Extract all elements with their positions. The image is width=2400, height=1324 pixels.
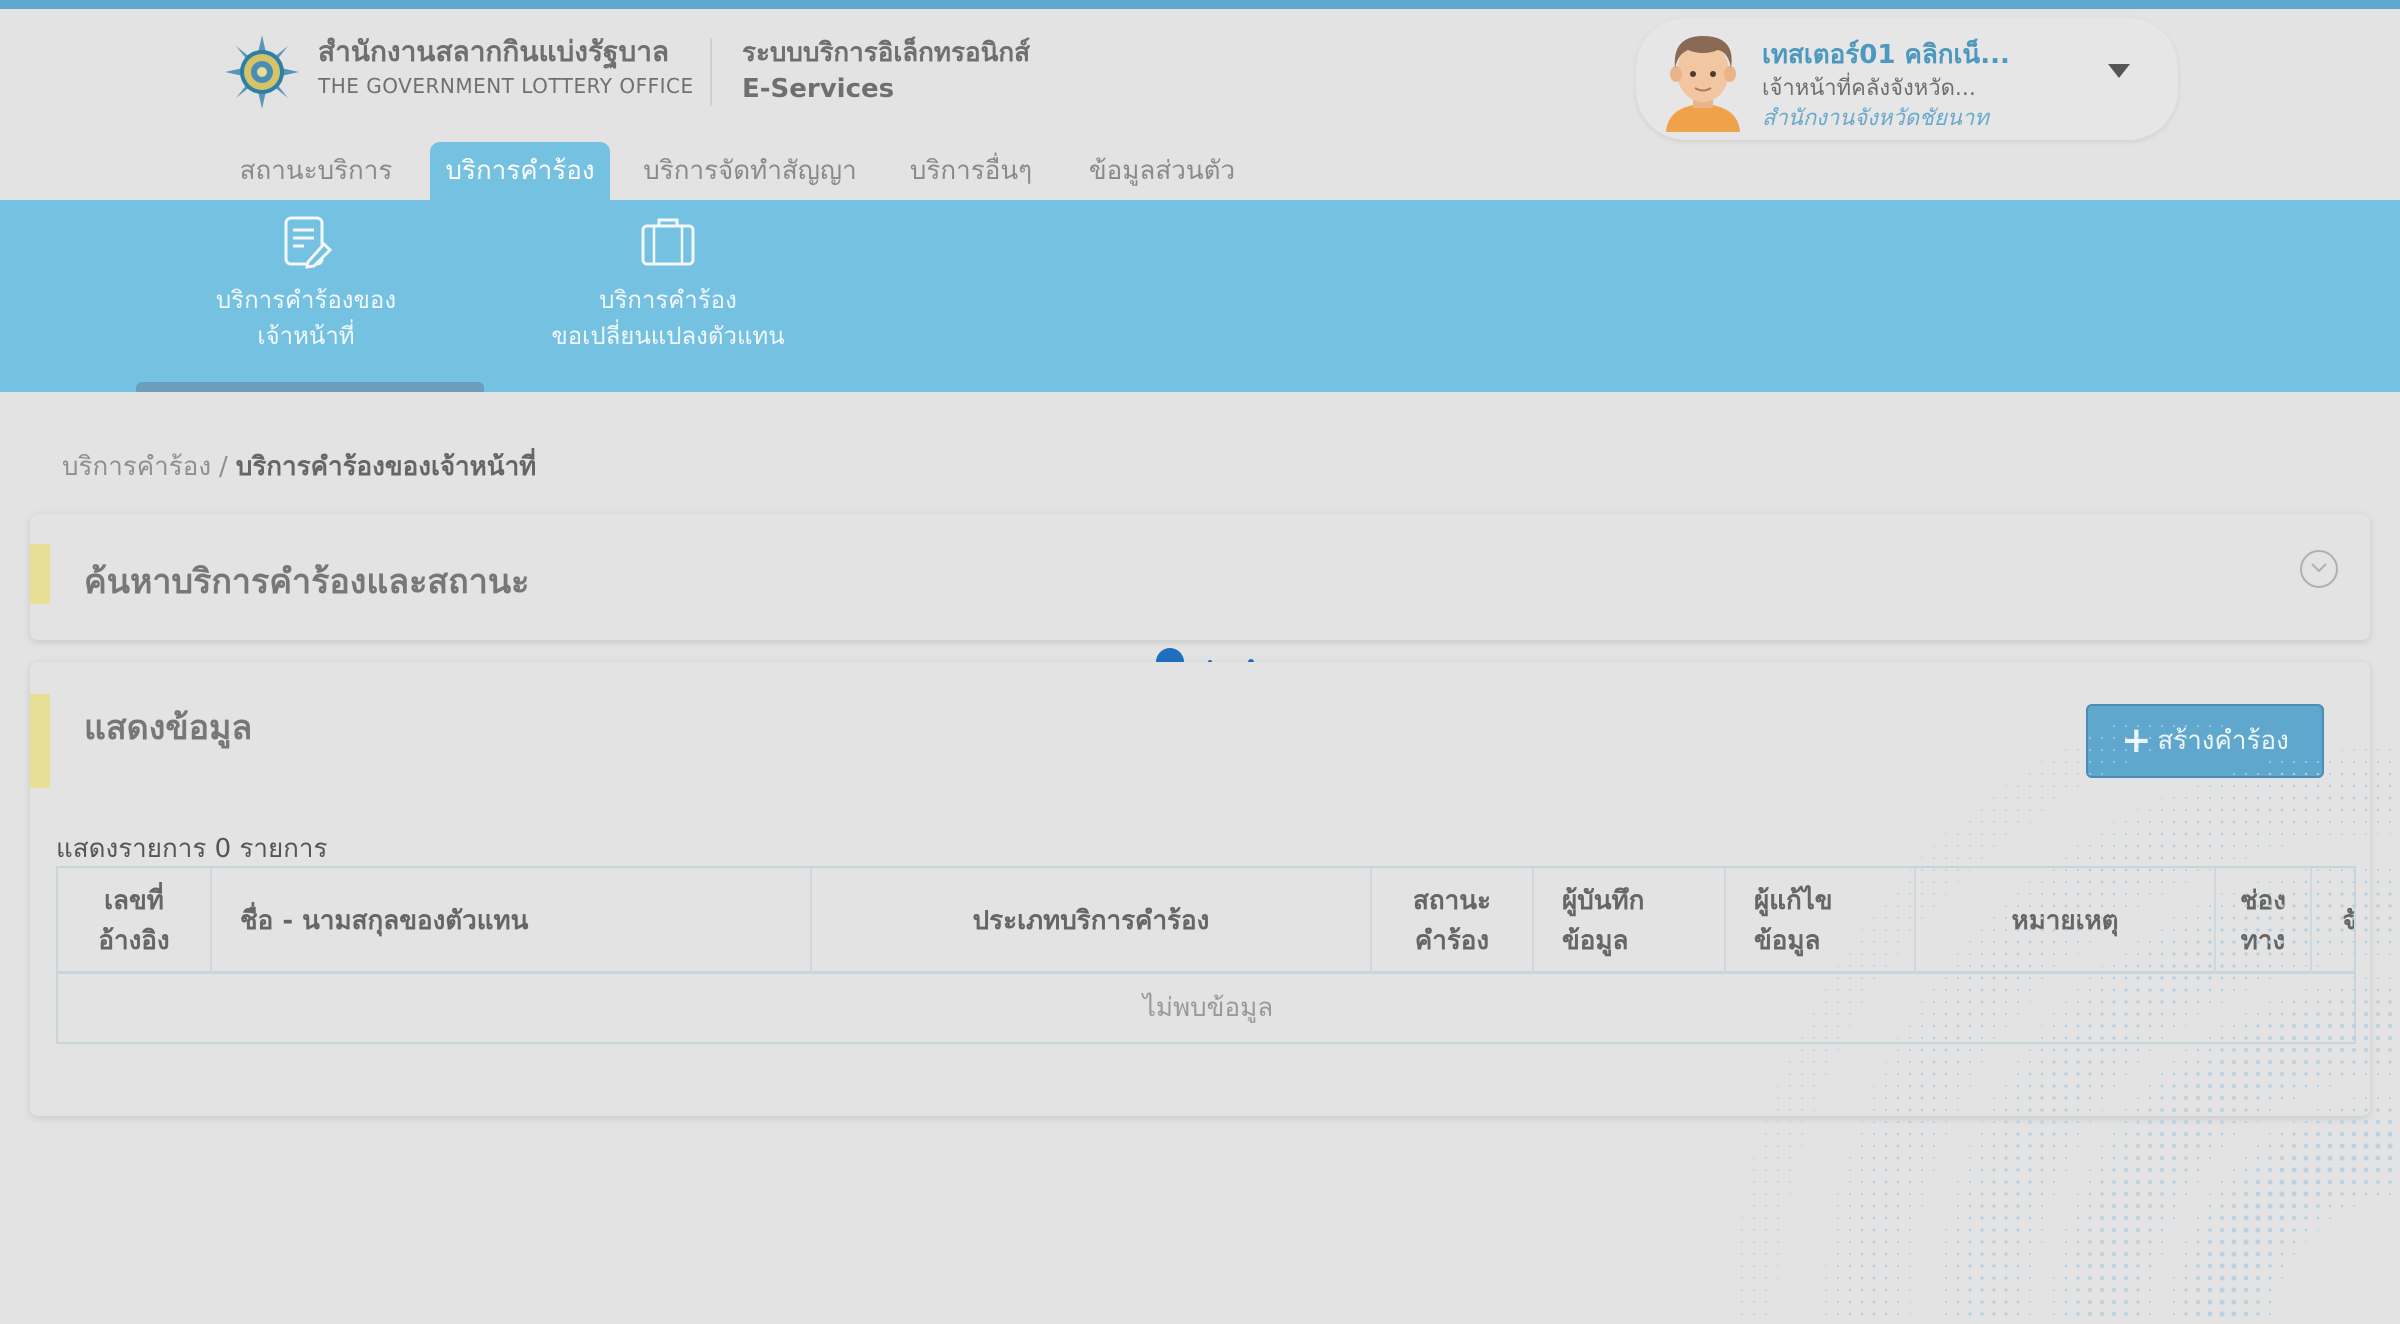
sub-navigation-bar: บริการคำร้องของ เจ้าหน้าที่ บริการคำร้อง…: [0, 200, 2400, 392]
search-panel: ค้นหาบริการคำร้องและสถานะ: [30, 514, 2370, 640]
breadcrumb-parent[interactable]: บริการคำร้อง: [62, 452, 211, 482]
breadcrumb-current: บริการคำร้องของเจ้าหน้าที่: [235, 452, 537, 482]
subnav-agent-change-requests[interactable]: บริการคำร้อง ขอเปลี่ยนแปลงตัวแทน: [548, 214, 788, 354]
subnav-officer-requests-line2: เจ้าหน้าที่: [257, 322, 355, 350]
chevron-down-icon: [2311, 563, 2327, 573]
header-divider: [710, 38, 712, 106]
tab-other-services[interactable]: บริการอื่นๆ: [896, 142, 1046, 200]
document-edit-icon: [284, 216, 333, 269]
lottery-office-logo: [224, 34, 300, 110]
user-name: เทสเตอร์01 คลิกเน็...: [1762, 40, 2010, 70]
subnav-officer-requests-line1: บริการคำร้องของ: [215, 286, 397, 314]
subnav-officer-requests[interactable]: บริการคำร้องของ เจ้าหน้าที่: [190, 214, 422, 354]
tab-request-service[interactable]: บริการคำร้อง: [430, 142, 610, 200]
tab-contract-service[interactable]: บริการจัดทำสัญญา: [634, 142, 866, 200]
active-subnav-indicator: [136, 382, 484, 392]
decorative-dot-pattern: [1741, 725, 2393, 1317]
col-request-type[interactable]: ประเภทบริการคำร้อง: [812, 868, 1372, 974]
org-name-en: THE GOVERNMENT LOTTERY OFFICE: [318, 74, 694, 98]
tab-service-status[interactable]: สถานะบริการ: [224, 142, 408, 200]
breadcrumb: บริการคำร้อง / บริการคำร้องของเจ้าหน้าที่: [62, 446, 536, 487]
subnav-agent-change-line1: บริการคำร้อง: [599, 286, 737, 314]
user-menu[interactable]: เทสเตอร์01 คลิกเน็... เจ้าหน้าที่คลังจัง…: [1636, 18, 2178, 140]
breadcrumb-separator: /: [219, 452, 228, 482]
col-agent-name[interactable]: ชื่อ - นามสกุลของตัวแทน: [212, 868, 812, 974]
org-name-th: สำนักงานสลากกินแบ่งรัฐบาล: [318, 35, 670, 68]
section-accent: [30, 694, 50, 788]
system-name-th: ระบบบริการอิเล็กทรอนิกส์: [742, 38, 1030, 68]
search-panel-title: ค้นหาบริการคำร้องและสถานะ: [84, 562, 530, 602]
section-accent: [30, 544, 50, 604]
caret-down-icon[interactable]: [2108, 64, 2130, 78]
briefcase-icon: [641, 218, 695, 266]
expand-panel-button[interactable]: [2300, 550, 2338, 588]
user-avatar: [1658, 28, 1748, 132]
results-panel-title: แสดงข้อมูล: [84, 708, 253, 748]
subnav-agent-change-line2: ขอเปลี่ยนแปลงตัวแทน: [551, 322, 785, 350]
user-office: สำนักงานจังหวัดชัยนาท: [1762, 106, 1989, 131]
result-count: แสดงรายการ 0 รายการ: [56, 834, 328, 864]
system-name-en: E-Services: [742, 74, 895, 104]
col-request-status[interactable]: สถานะ คำร้อง: [1372, 868, 1534, 974]
tab-personal-info[interactable]: ข้อมูลส่วนตัว: [1074, 142, 1250, 200]
top-accent-bar: [0, 0, 2400, 9]
col-reference-no[interactable]: เลขที่ อ้างอิง: [58, 868, 212, 974]
